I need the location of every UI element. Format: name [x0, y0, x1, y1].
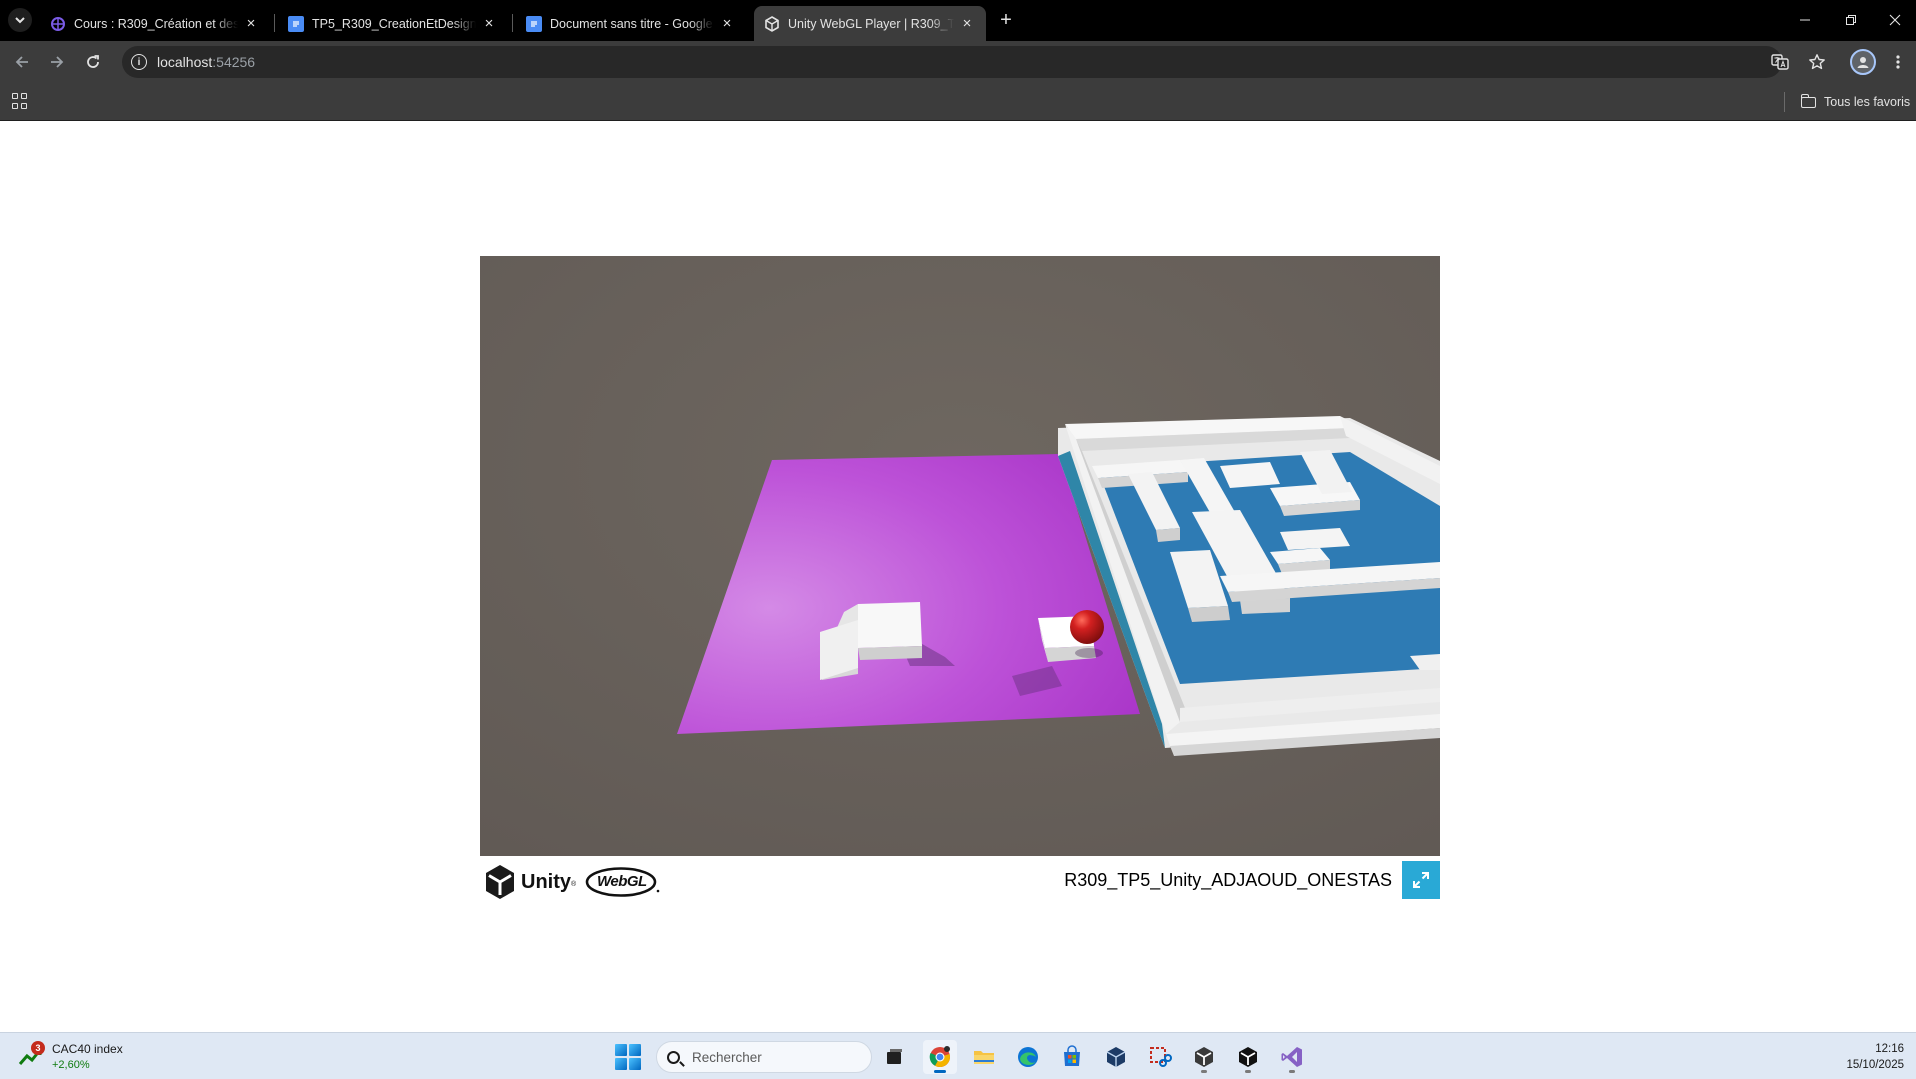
fullscreen-icon — [1413, 872, 1429, 888]
chevron-down-icon — [15, 17, 25, 24]
tab-title: TP5_R309_CreationEtDesignInte — [312, 16, 476, 31]
folder-icon — [1800, 93, 1816, 108]
tab-unity-webgl-player[interactable]: Unity WebGL Player | R309_TP5 × — [754, 6, 986, 41]
profile-icon — [1857, 57, 1869, 68]
close-icon[interactable]: × — [242, 15, 260, 33]
running-indicator — [1289, 1070, 1295, 1073]
restore-icon — [1846, 15, 1856, 25]
bookmarks-divider — [1784, 92, 1785, 112]
running-indicator — [1201, 1070, 1207, 1073]
bookmark-star-icon[interactable] — [1807, 52, 1827, 72]
back-button[interactable] — [8, 48, 36, 76]
game-scene — [480, 256, 1440, 856]
unity-footer: Unity ® WebGL R309_TP5_Unity_ADJAOUD_ONES… — [480, 858, 1440, 900]
webgl-label: WebGL — [597, 873, 647, 890]
moodle-icon — [50, 16, 66, 32]
store-icon[interactable] — [1055, 1040, 1089, 1074]
close-window-button[interactable] — [1872, 0, 1916, 40]
close-icon — [1889, 14, 1901, 26]
bookmarks-bar: Tous les favoris — [0, 83, 1916, 121]
restore-button[interactable] — [1828, 0, 1874, 40]
active-indicator — [934, 1070, 946, 1073]
widget-name: CAC40 index — [52, 1042, 123, 1056]
tab-tp5-doc[interactable]: TP5_R309_CreationEtDesignInte × — [278, 6, 508, 41]
tab-title: Cours : R309_Création et design — [74, 16, 238, 31]
close-icon[interactable]: × — [718, 15, 736, 33]
minimize-icon — [1800, 19, 1810, 21]
all-bookmarks-button[interactable]: Tous les favoris — [1800, 91, 1911, 113]
trademark-mark: ® — [571, 880, 577, 888]
unity-hub-icon[interactable] — [1187, 1040, 1221, 1074]
notification-badge: 3 — [31, 1041, 45, 1055]
file-explorer-icon[interactable] — [967, 1040, 1001, 1074]
close-icon[interactable]: × — [958, 15, 976, 33]
webgl-logo: WebGL — [585, 866, 661, 898]
visual-studio-icon[interactable] — [1275, 1040, 1309, 1074]
arrow-right-icon — [51, 56, 64, 68]
unity-cube-icon — [486, 865, 514, 899]
google-docs-icon — [526, 15, 542, 32]
edge-icon[interactable] — [1011, 1040, 1045, 1074]
apps-grid-icon[interactable] — [10, 91, 30, 111]
profile-avatar[interactable] — [1850, 49, 1876, 75]
browser-menu-button[interactable] — [1885, 49, 1911, 75]
browser-toolbar: i localhost:54256 — [0, 41, 1916, 83]
web-page: Unity ® WebGL R309_TP5_Unity_ADJAOUD_ONES… — [0, 121, 1916, 1032]
more-vertical-icon — [1896, 55, 1900, 69]
unity-icon — [764, 15, 780, 32]
unity-label: Unity — [521, 870, 571, 893]
running-indicator — [1245, 1070, 1251, 1073]
tab-divider — [274, 14, 275, 32]
tab-divider — [512, 14, 513, 32]
start-button[interactable] — [614, 1043, 642, 1071]
new-tab-button[interactable]: + — [992, 8, 1020, 32]
tab-untitled-doc[interactable]: Document sans titre - Google D × — [516, 6, 746, 41]
close-icon[interactable]: × — [480, 15, 498, 33]
translate-icon[interactable] — [1770, 52, 1790, 72]
all-bookmarks-label: Tous les favoris — [1824, 95, 1911, 109]
unity-game-canvas[interactable] — [480, 256, 1440, 856]
windows-taskbar: 3 CAC40 index +2,60% Rechercher 12:16 15… — [0, 1032, 1916, 1079]
site-info-icon[interactable]: i — [131, 54, 147, 70]
tab-strip: Cours : R309_Création et design × TP5_R3… — [0, 0, 1916, 41]
system-clock[interactable]: 12:16 15/10/2025 — [1846, 1041, 1904, 1073]
task-view-icon[interactable] — [877, 1040, 911, 1074]
reload-button[interactable] — [79, 48, 107, 76]
google-docs-icon — [288, 15, 304, 32]
tab-search-button[interactable] — [8, 8, 32, 32]
stock-chart-icon: 3 — [18, 1041, 45, 1070]
taskbar-search[interactable]: Rechercher — [656, 1041, 872, 1073]
url-text[interactable]: localhost:54256 — [157, 54, 255, 70]
arrow-left-icon — [15, 56, 28, 68]
virtualbox-icon[interactable] — [1099, 1040, 1133, 1074]
tab-title: Unity WebGL Player | R309_TP5 — [788, 16, 954, 31]
stock-widget[interactable]: 3 CAC40 index +2,60% — [18, 1040, 123, 1074]
minimize-button[interactable] — [1782, 0, 1828, 40]
snipping-tool-icon[interactable] — [1143, 1040, 1177, 1074]
clock-time: 12:16 — [1875, 1043, 1904, 1055]
tab-moodle-course[interactable]: Cours : R309_Création et design × — [40, 6, 270, 41]
tab-title: Document sans titre - Google D — [550, 16, 714, 31]
url-host: localhost — [157, 54, 213, 70]
url-port: :54256 — [212, 54, 256, 70]
build-title: R309_TP5_Unity_ADJAOUD_ONESTAS — [1064, 870, 1392, 890]
search-placeholder: Rechercher — [692, 1049, 762, 1065]
unity-logo: Unity ® — [484, 864, 576, 900]
unity-editor-icon[interactable] — [1231, 1040, 1265, 1074]
reload-icon — [87, 55, 99, 68]
forward-button[interactable] — [43, 48, 71, 76]
search-icon — [667, 1050, 680, 1064]
chrome-icon[interactable] — [923, 1040, 957, 1074]
fullscreen-button[interactable] — [1402, 861, 1440, 899]
clock-date: 15/10/2025 — [1846, 1059, 1904, 1071]
address-bar[interactable]: i localhost:54256 — [122, 46, 1825, 78]
widget-value: +2,60% — [52, 1059, 90, 1071]
